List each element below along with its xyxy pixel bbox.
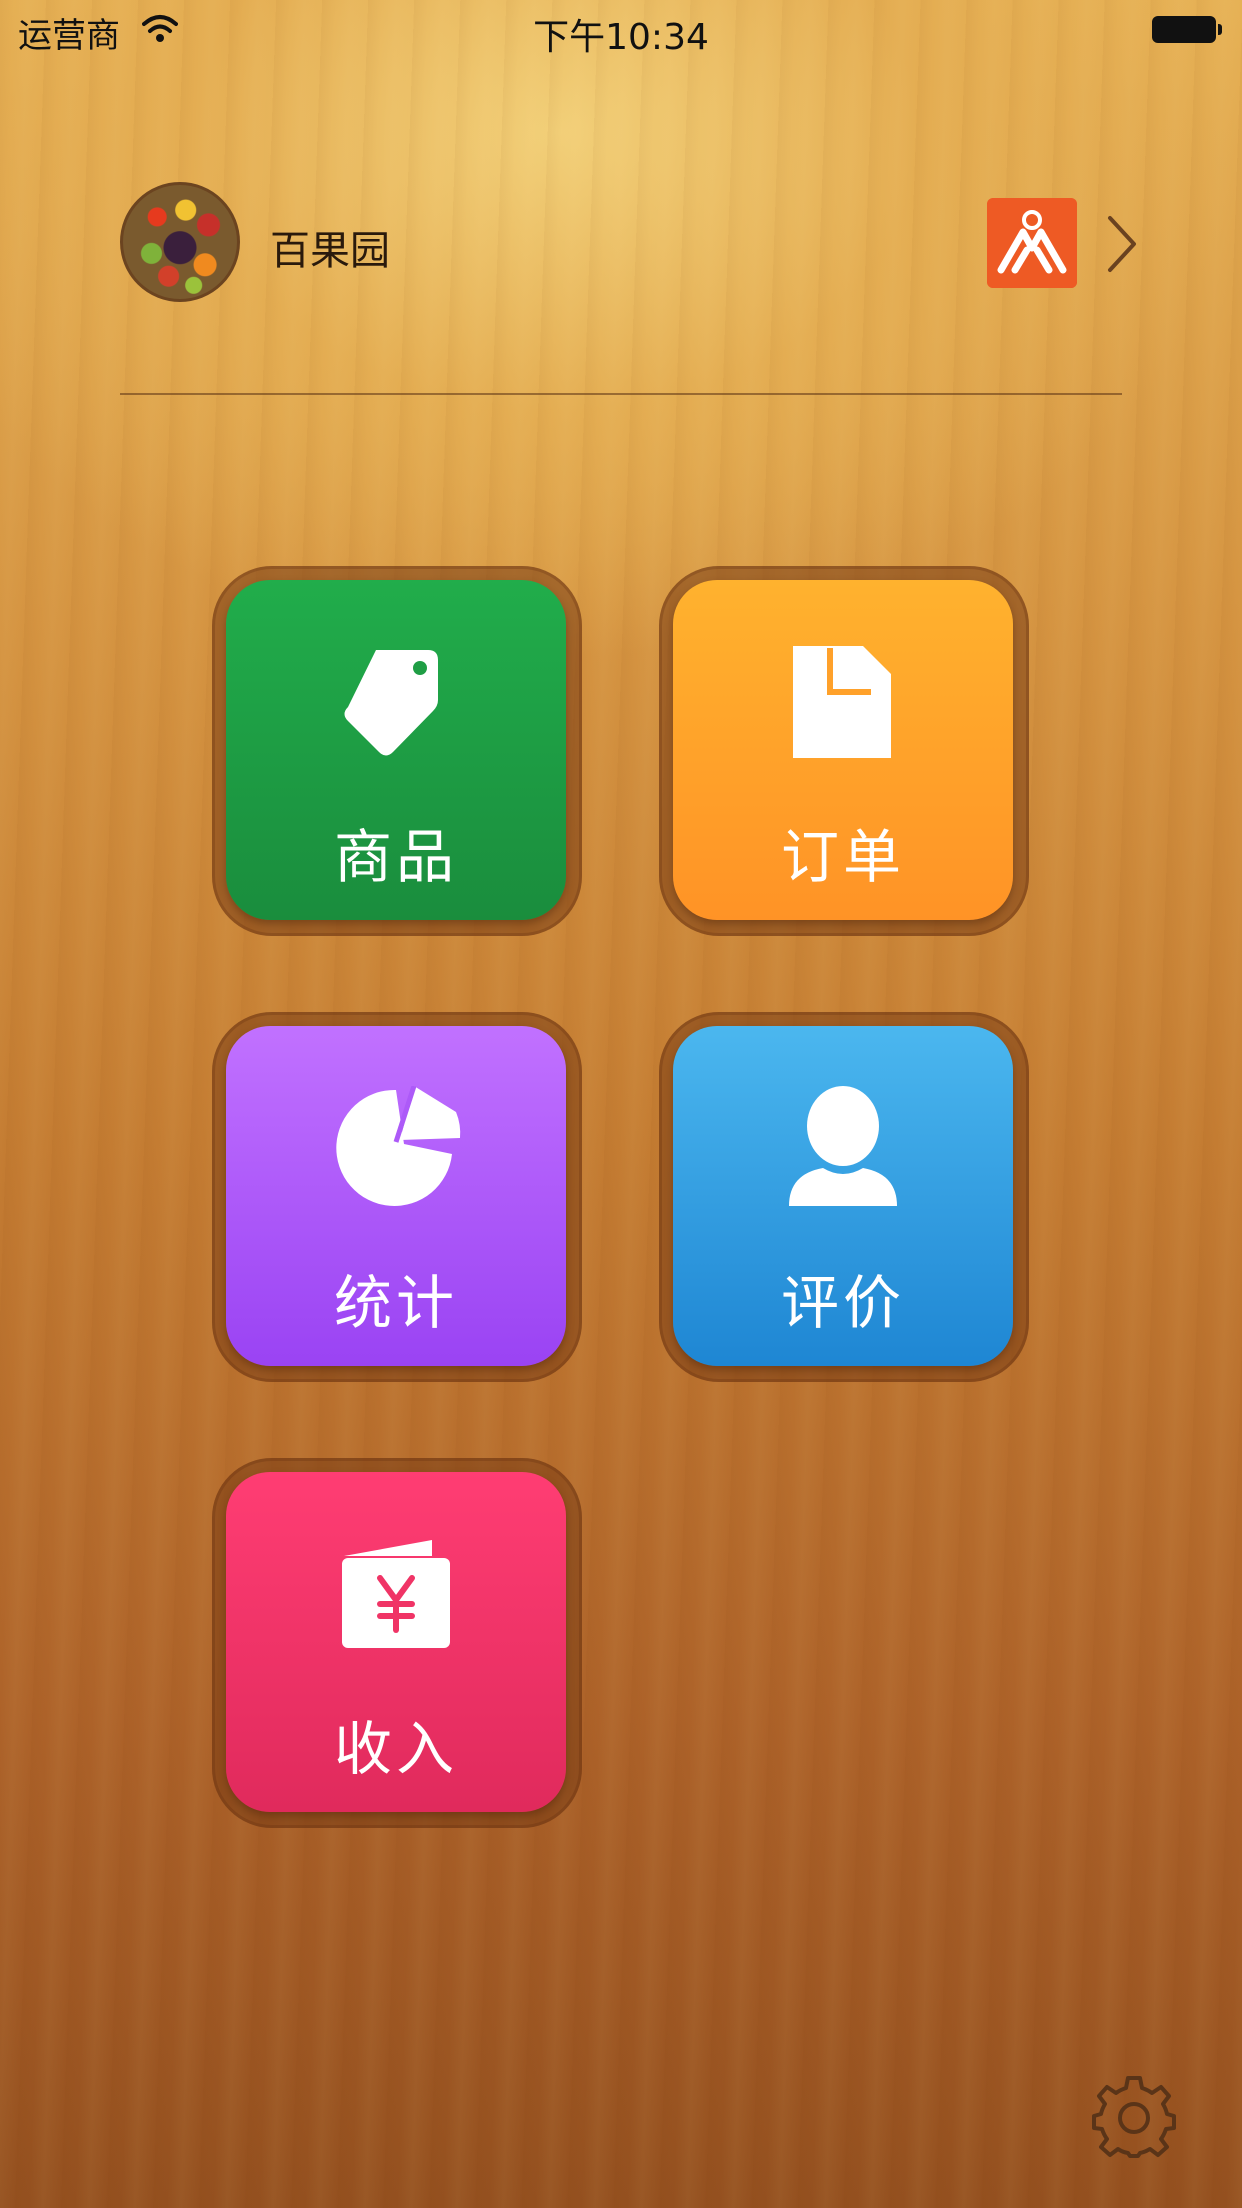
income-label: 收入: [333, 1715, 458, 1783]
income-tile[interactable]: 收入: [226, 1472, 566, 1812]
store-avatar[interactable]: [120, 182, 240, 302]
store-name[interactable]: 百果园: [270, 218, 390, 276]
status-time: 下午10:34: [533, 17, 709, 58]
statistics-tile[interactable]: 统计: [226, 1026, 566, 1366]
tile-frame-statistics: 统计: [212, 1012, 582, 1382]
tile-frame-income: 收入: [212, 1458, 582, 1828]
pie-chart-icon: [336, 1086, 461, 1206]
user-icon: [789, 1086, 897, 1206]
products-tile[interactable]: 商品: [226, 580, 566, 920]
gear-icon[interactable]: [1092, 2074, 1176, 2158]
chevron-right-icon[interactable]: [1104, 214, 1140, 274]
products-label: 商品: [333, 823, 458, 891]
tile-frame-products: 商品: [212, 566, 582, 936]
battery-tip: [1218, 24, 1222, 35]
brand-logo-icon[interactable]: [987, 198, 1077, 288]
document-icon: [793, 646, 891, 758]
header-divider: [120, 393, 1122, 395]
wallet-yuan-icon: [342, 1540, 450, 1648]
tile-frame-reviews: 评价: [659, 1012, 1029, 1382]
tile-frame-orders: 订单: [659, 566, 1029, 936]
battery-icon: [1152, 16, 1216, 43]
reviews-tile[interactable]: 评价: [673, 1026, 1013, 1366]
statistics-label: 统计: [333, 1269, 458, 1337]
status-bar: 运营商 下午10:34: [0, 0, 1242, 60]
orders-label: 订单: [780, 823, 905, 891]
orders-tile[interactable]: 订单: [673, 580, 1013, 920]
tag-icon: [344, 650, 438, 756]
reviews-label: 评价: [780, 1269, 905, 1337]
